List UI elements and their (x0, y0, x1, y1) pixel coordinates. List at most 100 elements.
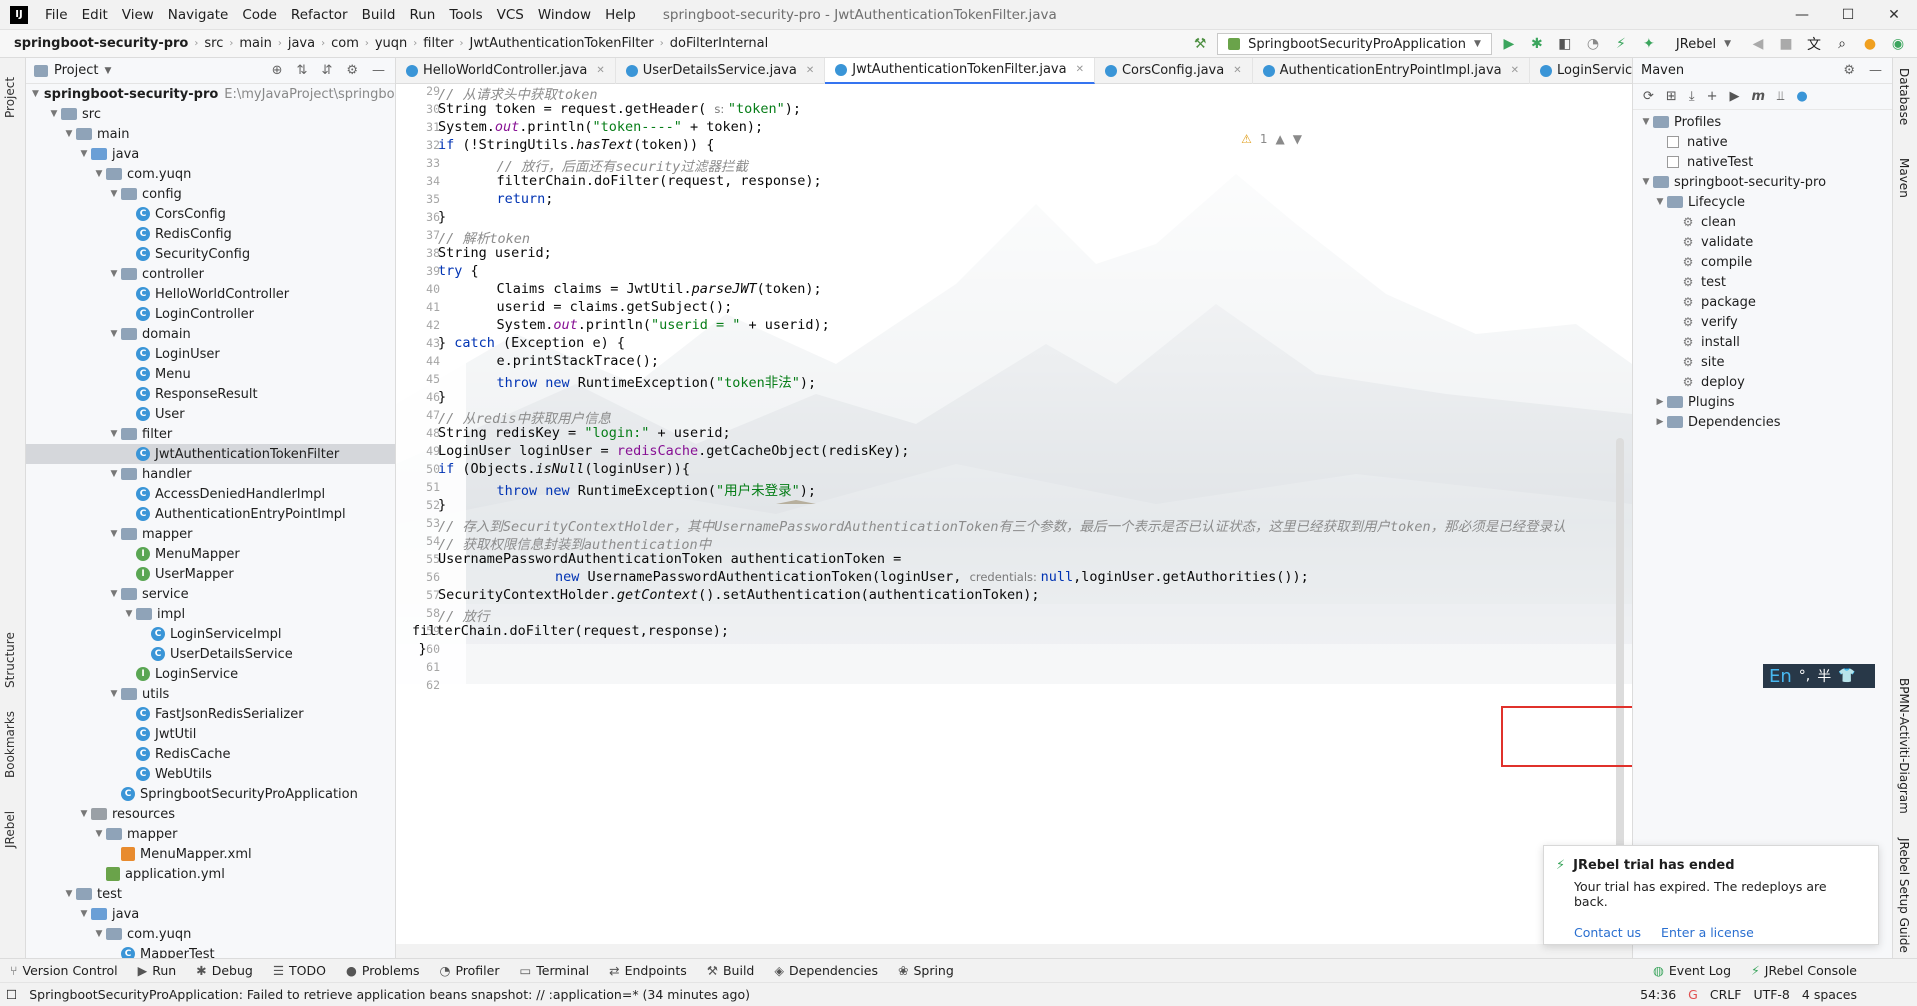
tree-item[interactable]: ▼ mapper (26, 524, 395, 544)
profile-icon[interactable]: ◔ (1582, 33, 1604, 55)
maven-tree-item[interactable]: ▼ Profiles (1633, 112, 1892, 132)
chevron-down-icon[interactable]: ▼ (92, 929, 106, 939)
tree-item[interactable]: C Menu (26, 364, 395, 384)
close-tab-icon[interactable]: ✕ (1511, 65, 1519, 76)
show-dependencies-icon[interactable]: ● (1796, 89, 1807, 104)
search-icon[interactable]: ⌕ (1831, 33, 1853, 55)
code-line[interactable]: } (438, 497, 446, 513)
hide-icon[interactable]: — (1869, 63, 1882, 78)
horizontal-scrollbar[interactable] (396, 944, 1632, 958)
code-line[interactable]: // 从redis中获取用户信息 (438, 407, 611, 427)
tool-window-button[interactable]: ◔ Profiler (430, 963, 510, 978)
chevron-down-icon[interactable]: ▼ (77, 809, 91, 819)
tool-window-button[interactable]: ▶ Run (128, 963, 187, 978)
close-tab-icon[interactable]: ✕ (596, 65, 604, 76)
tree-item[interactable]: ▼ test (26, 884, 395, 904)
tree-item[interactable]: C CorsConfig (26, 204, 395, 224)
structure-tool-button[interactable]: Structure (3, 632, 17, 688)
line-separator[interactable]: CRLF (1704, 987, 1748, 1002)
tree-item[interactable]: MenuMapper.xml (26, 844, 395, 864)
skip-tests-icon[interactable]: ⫫ (1777, 89, 1784, 104)
close-tab-icon[interactable]: ✕ (806, 65, 814, 76)
tree-item[interactable]: C LoginServiceImpl (26, 624, 395, 644)
translate-icon[interactable]: 文 (1803, 33, 1825, 55)
code-line[interactable]: String token = request.getHeader( s: "to… (438, 101, 801, 117)
maven-tree-item[interactable]: ▶ Plugins (1633, 392, 1892, 412)
tool-window-button[interactable]: ❀ Spring (888, 963, 964, 978)
tree-item[interactable]: C FastJsonRedisSerializer (26, 704, 395, 724)
jrebel-tool-button[interactable]: JRebel (3, 811, 17, 848)
chevron-down-icon[interactable]: ▼ (107, 189, 121, 199)
maven-tree-item[interactable]: ⚙ clean (1633, 212, 1892, 232)
tool-window-button[interactable]: ◍ Event Log (1643, 963, 1741, 978)
jrebel-guide-tool-button[interactable]: JRebel Setup Guide (1897, 838, 1911, 953)
expand-all-icon[interactable]: ⇅ (297, 63, 308, 78)
tool-window-button[interactable]: ● Problems (336, 963, 430, 978)
chevron-down-icon[interactable]: ▼ (77, 149, 91, 159)
code-line[interactable]: e.printStackTrace(); (464, 353, 660, 369)
breadcrumb-item[interactable]: com (325, 36, 365, 51)
tool-window-button[interactable]: ▭ Terminal (509, 963, 599, 978)
database-tool-button[interactable]: Database (1897, 68, 1911, 125)
menu-help[interactable]: Help (598, 7, 643, 23)
tree-item[interactable]: C JwtAuthenticationTokenFilter (26, 444, 395, 464)
code-line[interactable]: Claims claims = JwtUtil.parseJWT(token); (464, 281, 822, 297)
maximize-icon[interactable]: ☐ (1825, 0, 1871, 30)
maven-tree-item[interactable]: ⚙ test (1633, 272, 1892, 292)
chevron-down-icon[interactable]: ▼ (104, 66, 111, 76)
chevron-icon[interactable]: ▼ (1639, 177, 1653, 187)
code-line[interactable]: // 解析token (438, 227, 530, 247)
tree-item[interactable]: ▼ controller (26, 264, 395, 284)
tree-item[interactable]: ▼ com.yuqn (26, 164, 395, 184)
breadcrumb-item[interactable]: main (233, 36, 277, 51)
inspection-widget[interactable]: ⚠ 1 ▲ ▼ (1241, 132, 1302, 146)
bookmarks-tool-button[interactable]: Bookmarks (3, 711, 17, 778)
stop-icon[interactable]: ■ (1775, 33, 1797, 55)
hide-icon[interactable]: — (372, 63, 385, 78)
tree-item[interactable]: C LoginController (26, 304, 395, 324)
menu-run[interactable]: Run (402, 7, 442, 23)
jrebel-run-icon[interactable]: ⚡ (1610, 33, 1632, 55)
update-icon[interactable]: ● (1859, 33, 1881, 55)
breadcrumb-item[interactable]: java (282, 36, 321, 51)
vertical-scrollbar[interactable] (1616, 438, 1624, 858)
chevron-icon[interactable]: ▼ (1639, 117, 1653, 127)
chevron-down-icon[interactable]: ▼ (62, 889, 76, 899)
code-line[interactable]: if (Objects.isNull(loginUser)){ (438, 461, 690, 477)
tree-item[interactable]: ▼ main (26, 124, 395, 144)
tree-item[interactable]: ▼ utils (26, 684, 395, 704)
tool-window-button[interactable]: ☰ TODO (263, 963, 336, 978)
chevron-down-icon[interactable]: ▼ (107, 589, 121, 599)
editor-tab[interactable]: UserDetailsService.java ✕ (616, 58, 826, 84)
coverage-icon[interactable]: ◧ (1554, 33, 1576, 55)
maven-tree-item[interactable]: ⚙ verify (1633, 312, 1892, 332)
tree-item[interactable]: I MenuMapper (26, 544, 395, 564)
back-icon[interactable]: ◀ (1747, 33, 1769, 55)
breadcrumb-item[interactable]: src (198, 36, 229, 51)
breadcrumb-item[interactable]: springboot-security-pro (0, 36, 194, 51)
menu-vcs[interactable]: VCS (490, 7, 531, 23)
debug-icon[interactable]: ✱ (1526, 33, 1548, 55)
tool-window-button[interactable]: ⑂ Version Control (0, 963, 128, 978)
tree-item[interactable]: ▼ filter (26, 424, 395, 444)
tree-item[interactable]: C SecurityConfig (26, 244, 395, 264)
gear-icon[interactable]: ⚙ (346, 63, 358, 78)
maven-tree-item[interactable]: ⚙ compile (1633, 252, 1892, 272)
code-line[interactable]: // 从请求头中获取token (438, 83, 598, 103)
run-configuration-select[interactable]: SpringbootSecurityProApplication ▼ (1217, 33, 1492, 55)
tree-item[interactable]: C SpringbootSecurityProApplication (26, 784, 395, 804)
code-line[interactable]: } (396, 641, 427, 657)
maven-tree-item[interactable]: ⚙ install (1633, 332, 1892, 352)
code-line[interactable]: } catch (Exception e) { (438, 335, 625, 351)
code-line[interactable]: SecurityContextHolder.getContext().setAu… (438, 587, 1039, 603)
editor-tab[interactable]: LoginServiceImpl.java✕ (1530, 58, 1632, 84)
code-line[interactable]: new UsernamePasswordAuthenticationToken(… (490, 569, 1309, 585)
tree-item[interactable]: I UserMapper (26, 564, 395, 584)
maven-tree-item[interactable]: ▶ Dependencies (1633, 412, 1892, 432)
tree-item[interactable]: ▼ domain (26, 324, 395, 344)
chevron-down-icon[interactable]: ▼ (77, 909, 91, 919)
chevron-icon[interactable]: ▶ (1653, 397, 1667, 407)
status-message[interactable]: SpringbootSecurityProApplication: Failed… (23, 987, 756, 1002)
jrebel-debug-icon[interactable]: ✦ (1638, 33, 1660, 55)
code-line[interactable]: throw new RuntimeException("token非法"); (464, 371, 817, 391)
